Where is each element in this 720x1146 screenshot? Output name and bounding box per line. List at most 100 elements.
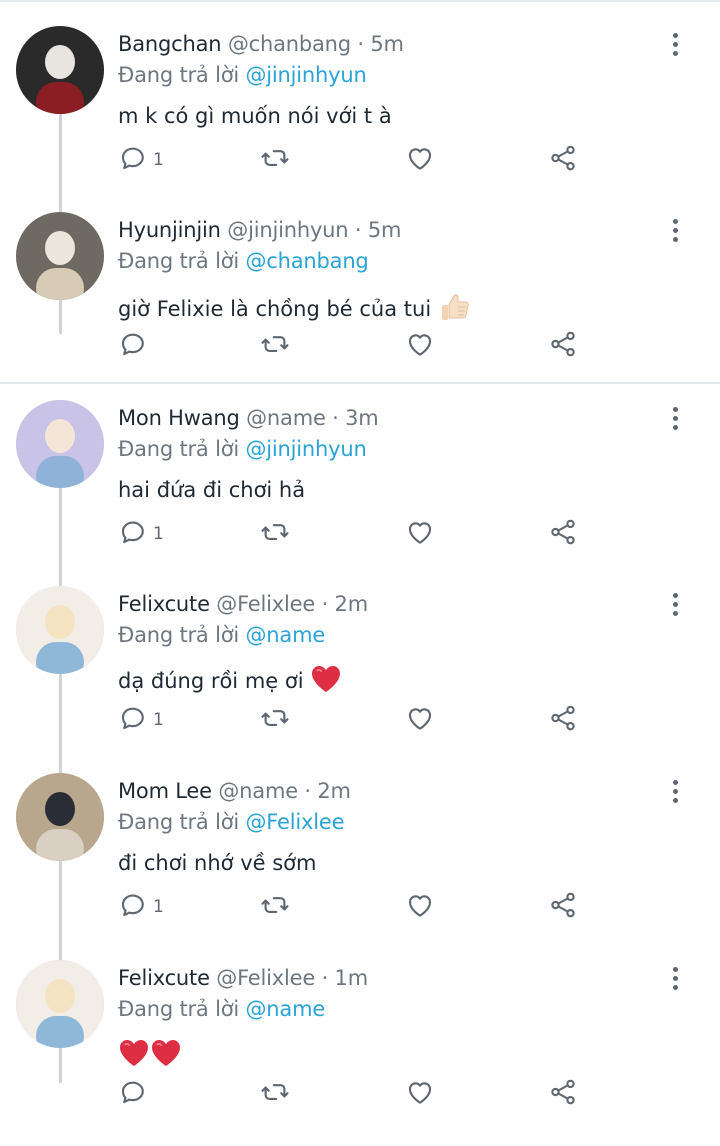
- share-icon: [548, 329, 578, 363]
- avatar[interactable]: [16, 26, 104, 114]
- timestamp: 2m: [317, 779, 351, 803]
- action-bar: 1: [0, 891, 720, 927]
- like-button[interactable]: [405, 330, 435, 362]
- tweet-text-content: dạ đúng rồi mẹ ơi: [118, 669, 304, 693]
- reply-icon: [118, 143, 148, 177]
- more-vertical-icon: [664, 33, 686, 56]
- separator-dot: ·: [315, 966, 335, 990]
- reply-count: 1: [153, 150, 164, 170]
- separator-dot: ·: [315, 592, 335, 616]
- author-name[interactable]: Mom Lee: [118, 779, 212, 803]
- reply-button[interactable]: 1: [118, 144, 164, 176]
- author-handle: @name: [246, 406, 326, 430]
- share-icon: [548, 143, 578, 177]
- reply-tweet[interactable]: Hyunjinjin @jinjinhyun · 5m Đang trả lời …: [0, 212, 720, 398]
- retweet-icon: [260, 703, 290, 737]
- retweet-button[interactable]: [260, 891, 290, 923]
- top-divider: [0, 0, 720, 2]
- retweet-button[interactable]: [260, 518, 290, 550]
- retweet-button[interactable]: [260, 330, 290, 362]
- like-button[interactable]: [405, 891, 435, 923]
- like-button[interactable]: [405, 704, 435, 736]
- reply-tweet[interactable]: Felixcute @Felixlee · 2m Đang trả lời @na…: [0, 586, 720, 772]
- tweet-text: đi chơi nhớ về sớm: [118, 851, 316, 875]
- author-line: Felixcute @Felixlee · 2m: [118, 592, 368, 616]
- avatar[interactable]: [16, 960, 104, 1048]
- more-options-button[interactable]: [664, 964, 686, 994]
- author-name[interactable]: Hyunjinjin: [118, 218, 221, 242]
- action-bar: [0, 1078, 720, 1114]
- mention-link[interactable]: @Felixlee: [245, 810, 344, 834]
- mention-link[interactable]: @chanbang: [245, 249, 368, 273]
- tweet-text-content: giờ Felixie là chồng bé của tui: [118, 297, 432, 321]
- replying-to-label: Đang trả lời: [118, 63, 239, 87]
- more-options-button[interactable]: [664, 404, 686, 434]
- more-options-button[interactable]: [664, 777, 686, 807]
- share-button[interactable]: [548, 891, 578, 923]
- reply-button[interactable]: [118, 330, 153, 362]
- reply-button[interactable]: 1: [118, 518, 164, 550]
- tweet-text: dạ đúng rồi mẹ ơi: [118, 664, 342, 694]
- heart-icon: [405, 143, 435, 177]
- author-name[interactable]: Bangchan: [118, 32, 222, 56]
- avatar[interactable]: [16, 212, 104, 300]
- share-button[interactable]: [548, 704, 578, 736]
- mention-link[interactable]: @name: [245, 997, 325, 1021]
- timestamp: 2m: [334, 592, 369, 616]
- reply-tweet[interactable]: Bangchan @chanbang · 5m Đang trả lời @jin…: [0, 26, 720, 212]
- reply-button[interactable]: 1: [118, 704, 164, 736]
- heart-icon: [405, 517, 435, 551]
- author-line: Felixcute @Felixlee · 1m: [118, 966, 368, 990]
- red-heart-emoji: [118, 1040, 150, 1067]
- retweet-button[interactable]: [260, 704, 290, 736]
- mention-link[interactable]: @name: [245, 623, 325, 647]
- share-button[interactable]: [548, 1078, 578, 1110]
- replying-to-line: Đang trả lời @Felixlee: [118, 810, 345, 834]
- heart-icon: [405, 329, 435, 363]
- share-button[interactable]: [548, 330, 578, 362]
- share-button[interactable]: [548, 144, 578, 176]
- avatar[interactable]: [16, 773, 104, 861]
- reply-count: 1: [153, 897, 164, 917]
- reply-icon: [118, 890, 148, 924]
- author-handle: @jinjinhyun: [227, 218, 349, 242]
- share-button[interactable]: [548, 518, 578, 550]
- author-name[interactable]: Felixcute: [118, 592, 210, 616]
- mention-link[interactable]: @jinjinhyun: [245, 63, 366, 87]
- retweet-icon: [260, 1077, 290, 1111]
- more-vertical-icon: [664, 967, 686, 990]
- heart-icon: [405, 1077, 435, 1111]
- avatar[interactable]: [16, 586, 104, 674]
- red-heart-emoji: [310, 666, 342, 693]
- avatar[interactable]: [16, 400, 104, 488]
- retweet-button[interactable]: [260, 1078, 290, 1110]
- mention-link[interactable]: @jinjinhyun: [245, 437, 366, 461]
- reply-icon: [118, 1077, 148, 1111]
- reply-tweet[interactable]: Felixcute @Felixlee · 1m Đang trả lời @na…: [0, 960, 720, 1146]
- author-name[interactable]: Felixcute: [118, 966, 210, 990]
- thumbs-up-emoji: [438, 294, 472, 321]
- reply-button[interactable]: [118, 1078, 153, 1110]
- timestamp: 5m: [370, 32, 404, 56]
- more-options-button[interactable]: [664, 216, 686, 246]
- like-button[interactable]: [405, 144, 435, 176]
- reply-tweet[interactable]: Mom Lee @name · 2m Đang trả lời @Felixlee…: [0, 773, 720, 959]
- reply-tweet[interactable]: Mon Hwang @name · 3m Đang trả lời @jinjin…: [0, 400, 720, 586]
- replying-to-label: Đang trả lời: [118, 623, 239, 647]
- reply-button[interactable]: 1: [118, 891, 164, 923]
- more-options-button[interactable]: [664, 30, 686, 60]
- more-vertical-icon: [664, 780, 686, 803]
- more-options-button[interactable]: [664, 590, 686, 620]
- reply-count: 1: [153, 710, 164, 730]
- retweet-button[interactable]: [260, 144, 290, 176]
- separator-dot: ·: [297, 779, 318, 803]
- share-icon: [548, 703, 578, 737]
- heart-icon: [405, 890, 435, 924]
- separator-dot: ·: [350, 32, 371, 56]
- like-button[interactable]: [405, 518, 435, 550]
- more-vertical-icon: [664, 219, 686, 242]
- author-name[interactable]: Mon Hwang: [118, 406, 240, 430]
- tweet-text: [118, 1038, 182, 1068]
- like-button[interactable]: [405, 1078, 435, 1110]
- action-bar: 1: [0, 704, 720, 740]
